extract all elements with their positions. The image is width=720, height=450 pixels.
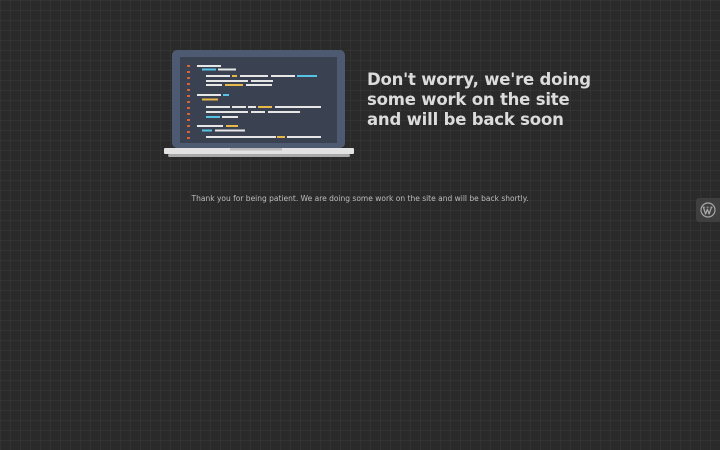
page-headline: Don't worry, we're doing some work on th… — [367, 70, 591, 129]
wordpress-admin-tab[interactable] — [696, 198, 720, 222]
laptop-code-illustration — [164, 50, 354, 158]
maintenance-message: Thank you for being patient. We are doin… — [191, 194, 529, 203]
wordpress-logo-icon — [700, 202, 716, 218]
